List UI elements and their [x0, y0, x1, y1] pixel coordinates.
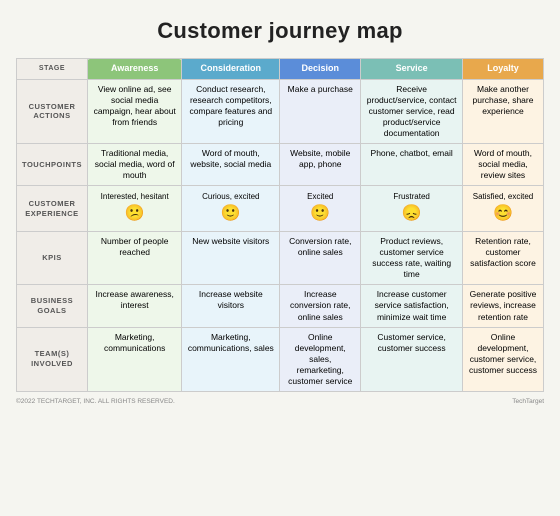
experience-service-emoji: 😞	[365, 204, 458, 225]
business-goals-label: BUSINESS GOALS	[17, 285, 88, 327]
touchpoints-service: Phone, chatbot, email	[361, 143, 463, 185]
customer-actions-label: CUSTOMER ACTIONS	[17, 79, 88, 143]
experience-row: CUSTOMER EXPERIENCE Interested, hesitant…	[17, 186, 544, 232]
kpis-decision: Conversion rate, online sales	[280, 232, 361, 285]
experience-loyalty-text: Satisfied, excited	[467, 192, 539, 202]
experience-awareness-text: Interested, hesitant	[92, 192, 177, 202]
teams-row: TEAM(S) INVOLVED Marketing, communicatio…	[17, 327, 544, 391]
teams-awareness: Marketing, communications	[87, 327, 181, 391]
service-header: Service	[361, 59, 463, 80]
footer-left: ©2022 TECHTARGET, INC. ALL RIGHTS RESERV…	[16, 398, 175, 405]
teams-consideration: Marketing, communications, sales	[182, 327, 280, 391]
kpis-label: KPIS	[17, 232, 88, 285]
touchpoints-awareness: Traditional media, social media, word of…	[87, 143, 181, 185]
teams-decision: Online development, sales, remarketing, …	[280, 327, 361, 391]
touchpoints-row: TOUCHPOINTS Traditional media, social me…	[17, 143, 544, 185]
experience-awareness-emoji: 😕	[92, 204, 177, 225]
teams-service: Customer service, customer success	[361, 327, 463, 391]
consideration-header: Consideration	[182, 59, 280, 80]
customer-actions-awareness: View online ad, see social media campaig…	[87, 79, 181, 143]
customer-actions-consideration: Conduct research, research competitors, …	[182, 79, 280, 143]
touchpoints-decision: Website, mobile app, phone	[280, 143, 361, 185]
experience-loyalty: Satisfied, excited 😊	[462, 186, 543, 232]
customer-actions-decision: Make a purchase	[280, 79, 361, 143]
customer-actions-loyalty: Make another purchase, share experience	[462, 79, 543, 143]
footer: ©2022 TECHTARGET, INC. ALL RIGHTS RESERV…	[16, 398, 544, 405]
experience-decision-emoji: 🙂	[284, 204, 356, 225]
kpis-row: KPIS Number of people reached New websit…	[17, 232, 544, 285]
journey-map-table: STAGE Awareness Consideration Decision S…	[16, 58, 544, 392]
experience-decision-text: Excited	[284, 192, 356, 202]
experience-consideration: Curious, excited 🙂	[182, 186, 280, 232]
stage-header: STAGE	[17, 59, 88, 80]
experience-consideration-text: Curious, excited	[186, 192, 275, 202]
experience-decision: Excited 🙂	[280, 186, 361, 232]
business-goals-row: BUSINESS GOALS Increase awareness, inter…	[17, 285, 544, 327]
footer-right: TechTarget	[512, 398, 544, 405]
kpis-loyalty: Retention rate, customer satisfaction sc…	[462, 232, 543, 285]
business-goals-loyalty: Generate positive reviews, increase rete…	[462, 285, 543, 327]
kpis-awareness: Number of people reached	[87, 232, 181, 285]
experience-consideration-emoji: 🙂	[186, 204, 275, 225]
kpis-consideration: New website visitors	[182, 232, 280, 285]
business-goals-consideration: Increase website visitors	[182, 285, 280, 327]
customer-actions-service: Receive product/service, contact custome…	[361, 79, 463, 143]
business-goals-service: Increase customer service satisfaction, …	[361, 285, 463, 327]
customer-actions-row: CUSTOMER ACTIONS View online ad, see soc…	[17, 79, 544, 143]
business-goals-decision: Increase conversion rate, online sales	[280, 285, 361, 327]
experience-label: CUSTOMER EXPERIENCE	[17, 186, 88, 232]
loyalty-header: Loyalty	[462, 59, 543, 80]
page-title: Customer journey map	[157, 18, 403, 44]
awareness-header: Awareness	[87, 59, 181, 80]
kpis-service: Product reviews, customer service succes…	[361, 232, 463, 285]
business-goals-awareness: Increase awareness, interest	[87, 285, 181, 327]
teams-loyalty: Online development, customer service, cu…	[462, 327, 543, 391]
experience-service-text: Frustrated	[365, 192, 458, 202]
decision-header: Decision	[280, 59, 361, 80]
experience-service: Frustrated 😞	[361, 186, 463, 232]
experience-loyalty-emoji: 😊	[467, 204, 539, 225]
experience-awareness: Interested, hesitant 😕	[87, 186, 181, 232]
touchpoints-loyalty: Word of mouth, social media, review site…	[462, 143, 543, 185]
touchpoints-consideration: Word of mouth, website, social media	[182, 143, 280, 185]
touchpoints-label: TOUCHPOINTS	[17, 143, 88, 185]
teams-label: TEAM(S) INVOLVED	[17, 327, 88, 391]
